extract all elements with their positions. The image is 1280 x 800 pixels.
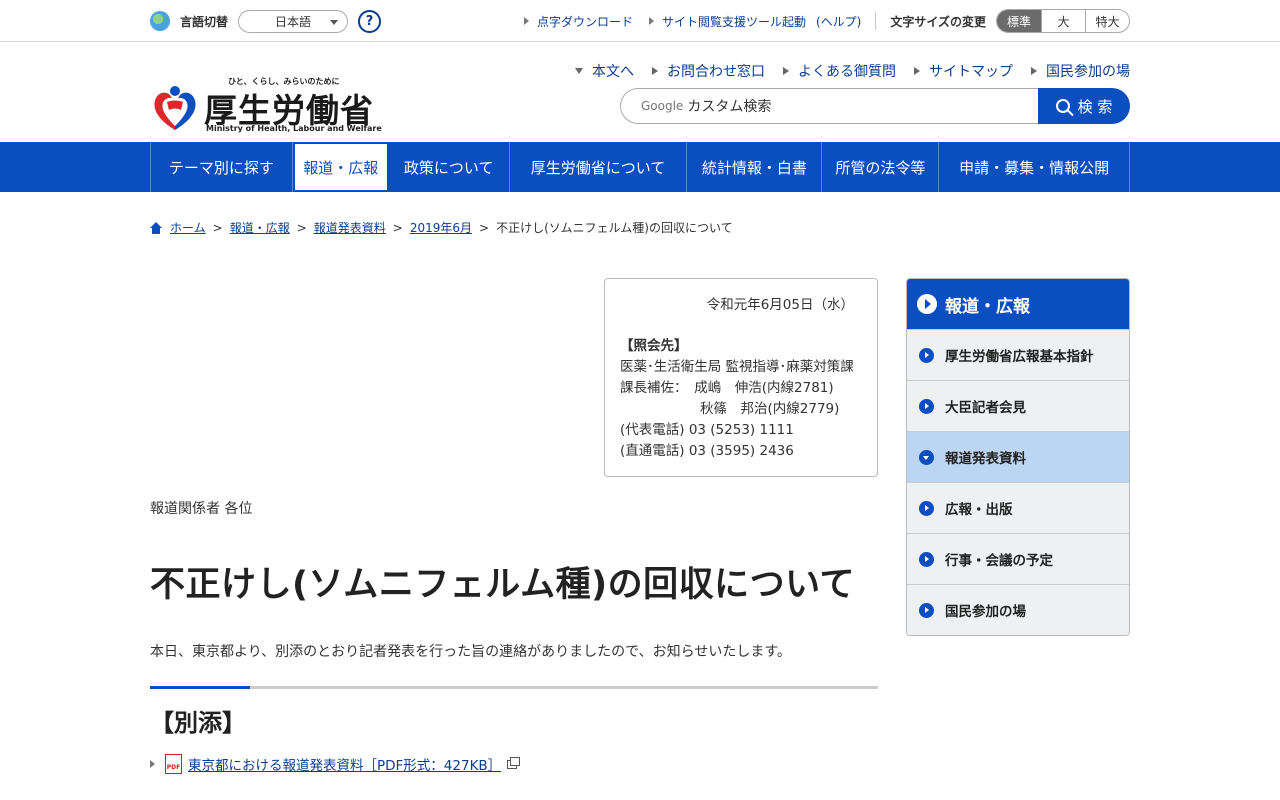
breadcrumb-month[interactable]: 2019年6月 [410, 219, 472, 236]
nav-laws[interactable]: 所管の法令等 [822, 142, 940, 192]
global-nav: テーマ別に探す 報道・広報 政策について 厚生労働省について 統計情報・白書 所… [0, 142, 1280, 192]
arrow-right-icon [523, 17, 529, 25]
breadcrumb-separator: > [296, 220, 307, 235]
search-input[interactable]: Google カスタム検索 [620, 88, 1038, 124]
arrow-circle-icon [919, 500, 934, 516]
site-header: ひと、くらし、みらいのために 厚生労働省 Ministry of Health,… [0, 42, 1280, 142]
breadcrumb-home[interactable]: ホーム [170, 219, 206, 236]
external-window-icon [507, 756, 521, 769]
breadcrumb-separator: > [212, 220, 223, 235]
font-size-toggle: 標準 大 特大 [996, 9, 1130, 33]
home-icon [150, 221, 162, 234]
attachment-heading: 【別添】 [150, 709, 246, 737]
mhlw-logo-icon [154, 86, 196, 130]
font-size-xlarge-button[interactable]: 特大 [1085, 10, 1129, 32]
accessibility-help-link[interactable]: (ヘルプ) [816, 13, 861, 30]
arrow-right-icon [914, 67, 920, 75]
header-links: 本文へ お問合わせ窓口 よくある御質問 サイトマップ 国民参加の場 [557, 61, 1130, 81]
attachment-link[interactable]: 東京都における報道発表資料［PDF形式：427KB］ [188, 754, 501, 774]
nav-policy[interactable]: 政策について [389, 142, 510, 192]
nav-about[interactable]: 厚生労働省について [510, 142, 688, 192]
arrow-circle-down-icon [919, 449, 934, 465]
arrow-circle-icon [919, 551, 934, 567]
arrow-down-icon [575, 68, 583, 74]
utility-bar: 言語切替 日本語 ? 点字ダウンロード サイト閲覧支援ツール起動 (ヘルプ) 文… [0, 0, 1280, 42]
side-item-publications[interactable]: 広報・出版 [907, 482, 1129, 533]
release-date: 令和元年6月05日（水） [706, 297, 854, 313]
side-item-press-conference[interactable]: 大臣記者会見 [907, 380, 1129, 431]
lead-text: 本日、東京都より、別添のとおり記者発表を行った旨の連絡がありましたので、お知らせ… [150, 644, 791, 660]
search-placeholder: カスタム検索 [687, 99, 772, 115]
search-icon [1055, 99, 1070, 113]
nav-statistics[interactable]: 統計情報・白書 [687, 142, 823, 192]
nav-applications[interactable]: 申請・募集・情報公開 [939, 142, 1130, 192]
language-label: 言語切替 [180, 14, 229, 29]
contact-person-1: 課長補佐： 成嶋 伸浩(内線2781) [620, 380, 834, 396]
side-nav-heading[interactable]: 報道・広報 [907, 279, 1129, 329]
globe-icon [150, 11, 170, 31]
addressee: 報道関係者 各位 [150, 501, 253, 517]
sitemap-link[interactable]: サイトマップ [914, 61, 1013, 81]
public-participation-link[interactable]: 国民参加の場 [1031, 61, 1130, 81]
breadcrumb-current: 不正けし(ソムニフェルム種)の回収について [496, 221, 733, 235]
site-logo[interactable]: ひと、くらし、みらいのために 厚生労働省 Ministry of Health,… [150, 76, 382, 136]
breadcrumb-separator: > [479, 220, 490, 235]
faq-link[interactable]: よくある御質問 [783, 61, 896, 81]
page-title: 不正けし(ソムニフェルム種)の回収について [150, 565, 856, 605]
language-value: 日本語 [275, 14, 312, 29]
arrow-circle-icon [917, 294, 937, 314]
contact-heading: 【照会先】 [620, 338, 688, 354]
side-item-participation[interactable]: 国民参加の場 [907, 584, 1129, 635]
arrow-right-icon [648, 17, 654, 25]
search-button[interactable]: 検 索 [1038, 88, 1130, 124]
contact-department: 医薬･生活衛生局 監視指導･麻薬対策課 [620, 359, 854, 375]
chevron-down-icon [330, 19, 339, 25]
arrow-circle-icon [919, 398, 934, 414]
braille-download-link[interactable]: 点字ダウンロード [523, 13, 633, 30]
breadcrumb-releases[interactable]: 報道発表資料 [314, 219, 386, 236]
contact-phone-direct: (直通電話) 03 (3595) 2436 [620, 443, 794, 459]
side-nav: 報道・広報 厚生労働省広報基本指針 大臣記者会見 報道発表資料 広報・出版 行事… [906, 278, 1130, 636]
search-form: Google カスタム検索 検 索 [620, 88, 1130, 124]
contact-phone-main: (代表電話) 03 (5253) 1111 [620, 422, 794, 438]
attachment-item: PDF 東京都における報道発表資料［PDF形式：427KB］ [150, 754, 521, 774]
side-item-pr-policy[interactable]: 厚生労働省広報基本指針 [907, 329, 1129, 380]
google-label: Google [641, 99, 684, 113]
breadcrumb-press[interactable]: 報道・広報 [230, 219, 290, 236]
section-divider [150, 686, 878, 689]
logo-english: Ministry of Health, Labour and Welfare [206, 124, 382, 133]
arrow-right-icon [150, 760, 155, 768]
arrow-right-icon [1031, 67, 1037, 75]
font-size-large-button[interactable]: 大 [1041, 10, 1085, 32]
arrow-right-icon [783, 67, 789, 75]
breadcrumb: ホーム > 報道・広報 > 報道発表資料 > 2019年6月 > 不正けし(ソム… [150, 219, 733, 236]
accessibility-tool-link[interactable]: サイト閲覧支援ツール起動 [648, 13, 806, 30]
skip-to-content-link[interactable]: 本文へ [575, 61, 634, 81]
contact-box: 令和元年6月05日（水） 【照会先】 医薬･生活衛生局 監視指導･麻薬対策課 課… [604, 278, 878, 477]
font-size-standard-button[interactable]: 標準 [997, 10, 1041, 32]
arrow-circle-icon [919, 347, 934, 363]
contact-link[interactable]: お問合わせ窓口 [652, 61, 765, 81]
nav-press[interactable]: 報道・広報 [292, 142, 389, 192]
divider [875, 12, 877, 30]
arrow-right-icon [652, 67, 658, 75]
arrow-circle-icon [919, 602, 934, 618]
side-item-events[interactable]: 行事・会議の予定 [907, 533, 1129, 584]
pdf-icon: PDF [165, 754, 182, 774]
nav-theme[interactable]: テーマ別に探す [151, 142, 293, 192]
font-size-label: 文字サイズの変更 [890, 14, 986, 29]
language-select[interactable]: 日本語 [238, 9, 349, 33]
side-item-press-releases[interactable]: 報道発表資料 [907, 431, 1129, 482]
breadcrumb-separator: > [392, 220, 403, 235]
help-button[interactable]: ? [358, 9, 382, 33]
contact-person-2: 秋篠 邦治(内線2779) [700, 401, 840, 417]
